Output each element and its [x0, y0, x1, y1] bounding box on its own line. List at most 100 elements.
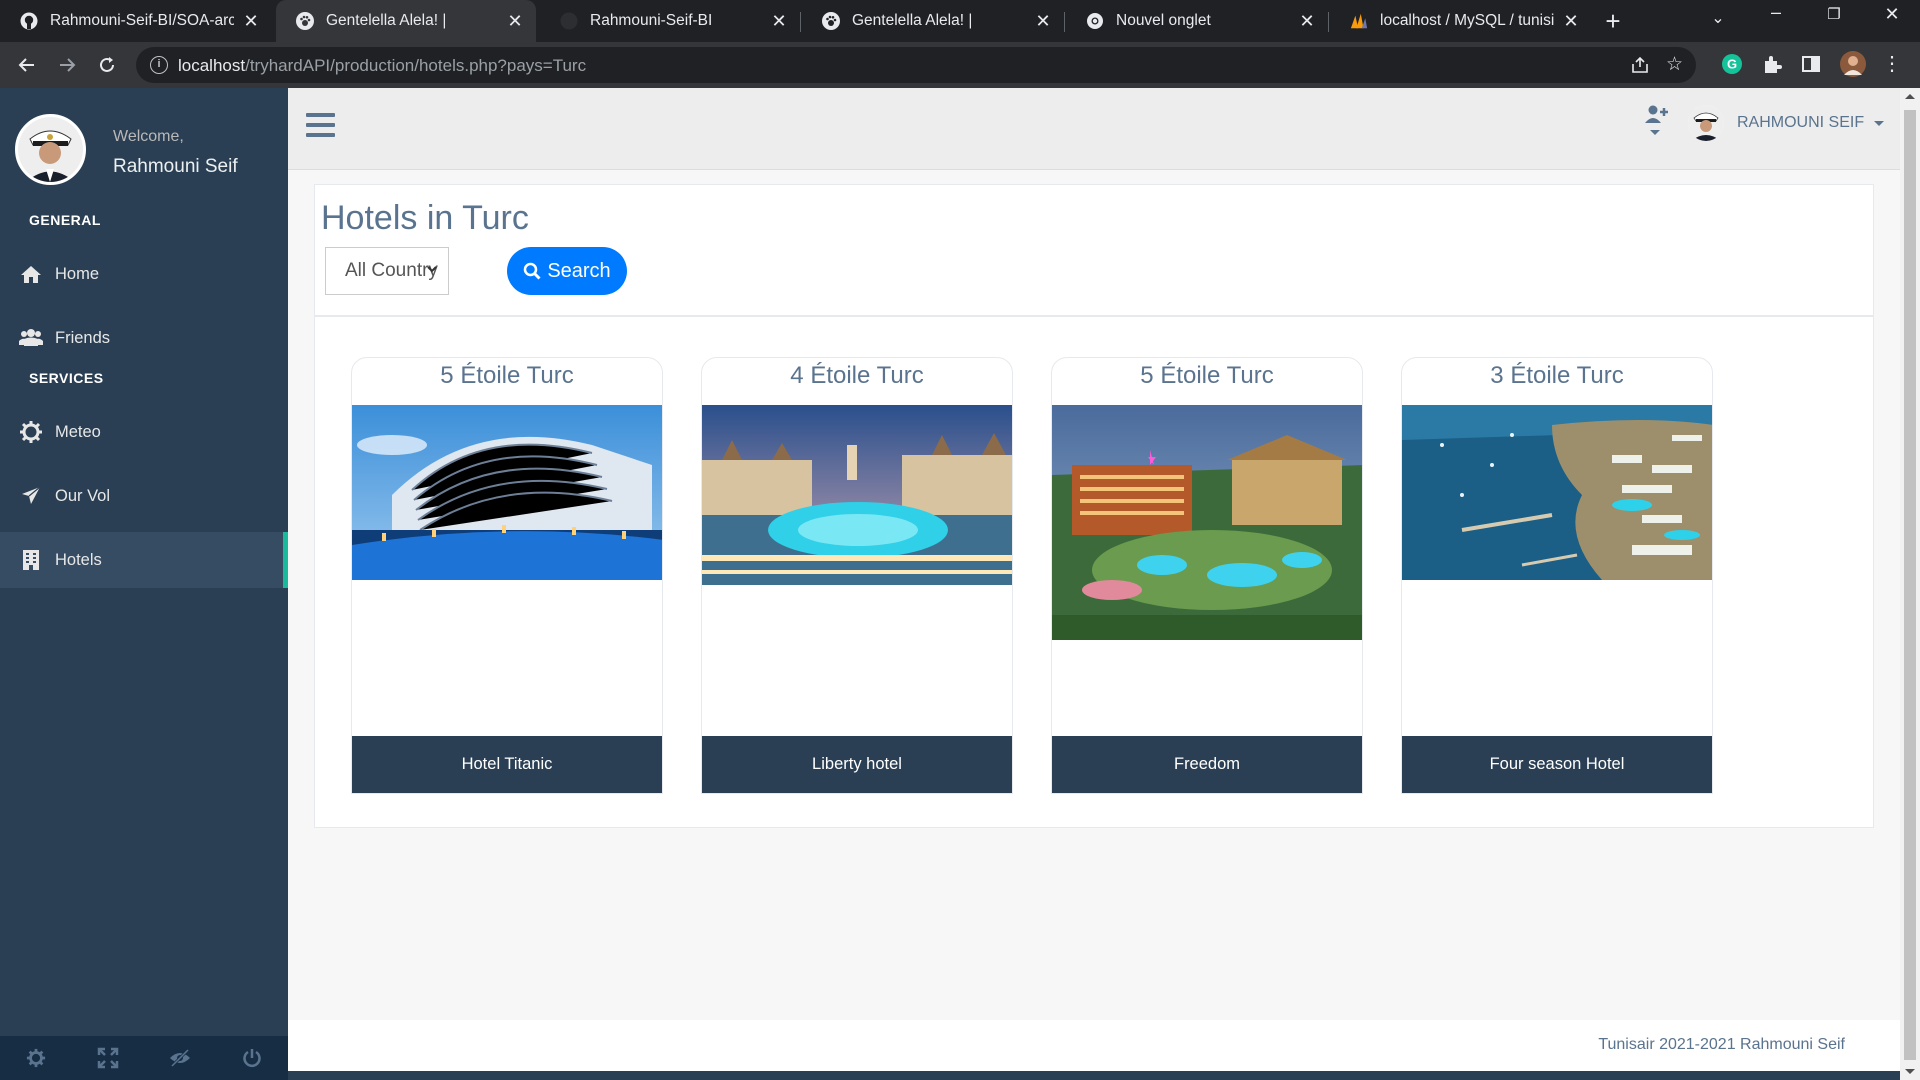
- profile-avatar-icon[interactable]: [1840, 51, 1866, 77]
- browser-tab[interactable]: Nouvel onglet ✕: [1066, 0, 1328, 42]
- extensions-icon[interactable]: [1761, 53, 1785, 77]
- building-icon: [17, 549, 45, 571]
- hotel-stars: 3 Étoile Turc: [1490, 362, 1624, 389]
- close-tab-icon[interactable]: ✕: [242, 11, 260, 32]
- country-select[interactable]: All Country: [325, 247, 449, 295]
- sidebar-item-hotels[interactable]: Hotels: [0, 532, 288, 588]
- chevron-down-icon: [1874, 120, 1885, 126]
- hotel-stars: 5 Étoile Turc: [1140, 362, 1274, 389]
- tab-title: Gentelella Alela! |: [852, 12, 973, 29]
- tab-separator: [800, 12, 801, 32]
- sidebar: Welcome, Rahmouni Seif GENERAL Home Frie…: [0, 88, 288, 1080]
- profile-name: RAHMOUNI SEIF: [1737, 114, 1865, 131]
- github-icon: [20, 12, 38, 30]
- section-general: GENERAL: [29, 212, 101, 228]
- browser-tab[interactable]: localhost / MySQL / tunisia ✕: [1330, 0, 1592, 42]
- sidebar-item-meteo[interactable]: Meteo: [0, 404, 288, 460]
- phpmyadmin-icon: [1350, 12, 1368, 30]
- scrollbar-thumb[interactable]: [1904, 110, 1916, 1060]
- close-tab-icon[interactable]: ✕: [1562, 11, 1580, 32]
- back-button[interactable]: [11, 49, 43, 81]
- hotel-image: [1402, 405, 1712, 585]
- minimize-button[interactable]: –: [1756, 2, 1796, 23]
- page-footer: Tunisair 2021-2021 Rahmouni Seif: [288, 1020, 1900, 1080]
- fullscreen-icon[interactable]: [72, 1036, 144, 1080]
- tab-separator: [1328, 12, 1329, 32]
- sidebar-item-home[interactable]: Home: [0, 246, 288, 302]
- new-tab-button[interactable]: +: [1598, 6, 1628, 37]
- user-profile-dropdown[interactable]: RAHMOUNI SEIF: [1688, 105, 1885, 141]
- tab-title: Gentelella Alela! |: [326, 12, 447, 29]
- grammarly-icon[interactable]: G: [1721, 53, 1745, 77]
- hotel-image: [1052, 405, 1362, 645]
- site-info-icon[interactable]: i: [150, 56, 168, 74]
- main-content: RAHMOUNI SEIF Hotels in Turc All Country…: [288, 88, 1900, 1080]
- hotel-name: Freedom: [1052, 736, 1362, 793]
- browser-tab[interactable]: Gentelella Alela! | ✕: [802, 0, 1064, 42]
- tab-title: Rahmouni-Seif-BI: [590, 12, 713, 29]
- sidebar-item-label: Home: [55, 264, 100, 283]
- sidebar-item-our-vol[interactable]: Our Vol: [0, 468, 288, 524]
- tab-title: localhost / MySQL / tunisia: [1380, 12, 1554, 29]
- hotel-name: Liberty hotel: [702, 736, 1012, 793]
- power-icon[interactable]: [216, 1036, 288, 1080]
- address-bar[interactable]: i localhost/tryhardAPI/production/hotels…: [136, 47, 1696, 83]
- chrome-icon: [1086, 12, 1104, 30]
- close-tab-icon[interactable]: ✕: [506, 11, 524, 32]
- plane-icon: [17, 485, 45, 507]
- browser-tab[interactable]: Rahmouni-Seif-BI ✕: [540, 0, 800, 42]
- add-user-dropdown[interactable]: [1645, 104, 1669, 135]
- top-navbar: RAHMOUNI SEIF: [288, 88, 1900, 170]
- hide-icon[interactable]: [144, 1036, 216, 1080]
- page-title: Hotels in Turc: [321, 199, 529, 237]
- close-tab-icon[interactable]: ✕: [1298, 11, 1316, 32]
- user-name: Rahmouni Seif: [113, 156, 238, 177]
- menu-toggle-icon[interactable]: [306, 113, 335, 143]
- home-icon: [17, 264, 45, 284]
- chevron-down-icon: [1650, 130, 1660, 135]
- paw-icon: [296, 12, 314, 30]
- hotel-card[interactable]: 5 Étoile Turc Freedom: [1051, 357, 1363, 794]
- scroll-up-icon[interactable]: [1905, 94, 1915, 99]
- browser-menu-icon[interactable]: ⋮: [1880, 51, 1904, 75]
- hotel-card[interactable]: 3 Étoile Turc Four season Hotel: [1401, 357, 1713, 794]
- restore-button[interactable]: ❐: [1814, 5, 1854, 23]
- side-panel-icon[interactable]: [1800, 53, 1824, 77]
- sidebar-item-friends[interactable]: Friends: [0, 310, 288, 366]
- tab-separator: [1064, 12, 1065, 32]
- share-icon[interactable]: [1630, 55, 1650, 81]
- forward-button[interactable]: [51, 49, 83, 81]
- search-button[interactable]: Search: [507, 247, 627, 295]
- paw-icon: [822, 12, 840, 30]
- browser-toolbar: i localhost/tryhardAPI/production/hotels…: [0, 42, 1920, 88]
- browser-tab-active[interactable]: Gentelella Alela! | ✕: [276, 0, 536, 42]
- hotel-name: Four season Hotel: [1402, 736, 1712, 793]
- bookmark-star-icon[interactable]: ☆: [1666, 53, 1683, 76]
- tab-search-icon[interactable]: ⌄: [1698, 8, 1738, 28]
- url-text: localhost/tryhardAPI/production/hotels.p…: [178, 56, 587, 75]
- sidebar-item-label: Our Vol: [55, 486, 111, 505]
- hotel-image: [702, 405, 1012, 590]
- tab-title: Rahmouni-Seif-BI/SOA-arc: [50, 12, 234, 29]
- welcome-label: Welcome,: [113, 128, 184, 145]
- close-window-button[interactable]: ✕: [1872, 4, 1912, 25]
- gear-icon: [17, 421, 45, 443]
- hotel-image: [352, 405, 662, 585]
- hotel-card[interactable]: 4 Étoile Turc Liberty hotel: [701, 357, 1013, 794]
- avatar: [15, 114, 86, 185]
- browser-tab[interactable]: Rahmouni-Seif-BI/SOA-arc ✕: [0, 0, 272, 42]
- reload-button[interactable]: [91, 49, 123, 81]
- search-icon: [524, 262, 541, 280]
- settings-icon[interactable]: [0, 1036, 72, 1080]
- search-button-label: Search: [547, 259, 611, 282]
- scroll-down-icon[interactable]: [1905, 1069, 1915, 1074]
- close-tab-icon[interactable]: ✕: [770, 11, 788, 32]
- hotel-stars: 4 Étoile Turc: [790, 362, 924, 389]
- close-tab-icon[interactable]: ✕: [1034, 11, 1052, 32]
- browser-tabstrip: Rahmouni-Seif-BI/SOA-arc ✕ Gentelella Al…: [0, 0, 1920, 42]
- vertical-scrollbar[interactable]: [1900, 88, 1920, 1080]
- chevron-down-icon: [426, 262, 438, 278]
- hotel-name: Hotel Titanic: [352, 736, 662, 793]
- hotel-card[interactable]: 5 Étoile Turc Hotel Titanic: [351, 357, 663, 794]
- github-icon: [560, 12, 578, 30]
